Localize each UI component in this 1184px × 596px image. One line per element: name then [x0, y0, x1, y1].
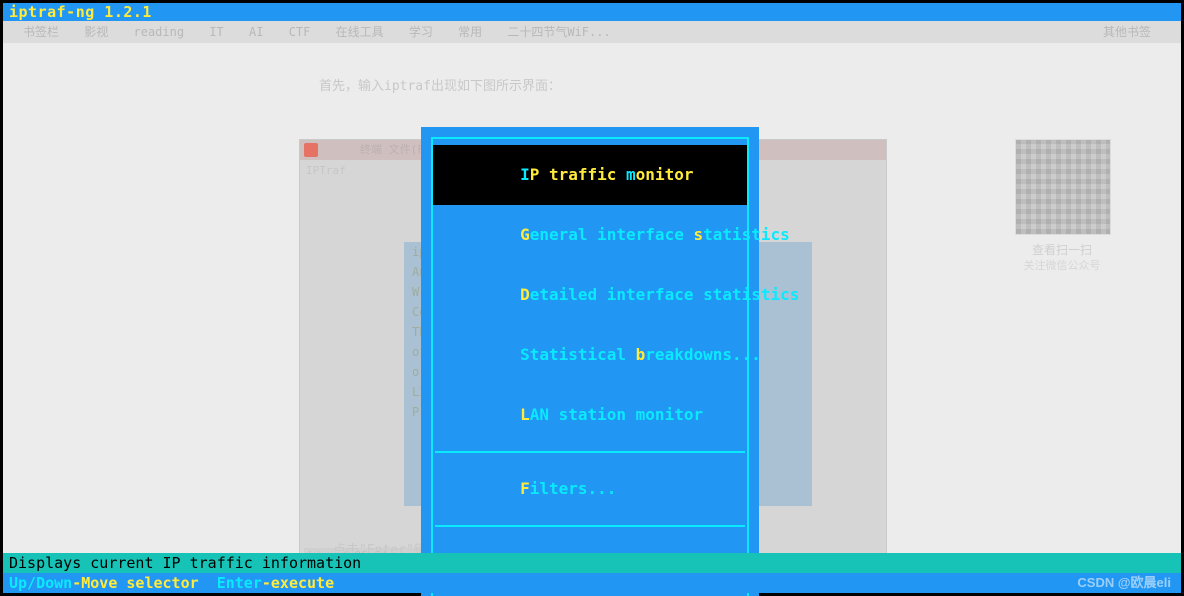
- bg-bookmark: 学习: [409, 25, 433, 39]
- status-description: Displays current IP traffic information: [3, 553, 1181, 573]
- menu-item-detailed-interface-statistics[interactable]: Detailed interface statistics: [433, 265, 747, 325]
- menu-separator: [435, 451, 745, 453]
- menu-text: reakdowns...: [645, 345, 761, 364]
- menu-item-ip-traffic-monitor[interactable]: IP traffic monitor: [433, 145, 747, 205]
- menu-item-lan-station-monitor[interactable]: LAN station monitor: [433, 385, 747, 445]
- menu-hotkey: L: [520, 405, 530, 424]
- menu-text: tatistics: [703, 225, 790, 244]
- inner-app-label: IPTraf: [306, 164, 346, 177]
- bg-bookmark: 影视: [84, 25, 108, 39]
- app-title-bar: iptraf-ng 1.2.1: [3, 3, 1181, 21]
- menu-text: Statistical: [520, 345, 636, 364]
- bg-bookmark: CTF: [289, 25, 311, 39]
- close-icon: [304, 143, 318, 157]
- bg-bookmark-other: 其他书签: [1103, 21, 1151, 43]
- bg-bookmark: AI: [249, 25, 263, 39]
- menu-hotkey: b: [636, 345, 646, 364]
- key-updown: Up/Down: [9, 574, 72, 592]
- menu-text: eneral interface: [530, 225, 694, 244]
- qr-caption: 查看扫一扫: [1017, 241, 1107, 258]
- status-description-text: Displays current IP traffic information: [9, 554, 361, 572]
- menu-item-filters[interactable]: Filters...: [433, 459, 747, 519]
- main-menu-box: IP traffic monitor General interface sta…: [431, 137, 749, 596]
- menu-hotkey: G: [520, 225, 530, 244]
- background-browser-toolbar: 书签栏 影视 reading IT AI CTF 在线工具 学习 常用 二十四节…: [3, 21, 1181, 43]
- bg-bookmark: 二十四节气WiF...: [507, 25, 610, 39]
- menu-hotkey: m: [626, 165, 636, 184]
- menu-hotkey: F: [520, 479, 530, 498]
- menu-text: onitor: [636, 165, 694, 184]
- bg-bookmark: 常用: [458, 25, 482, 39]
- status-keybindings: Up/Down-Move selector Enter-execute CSDN…: [3, 573, 1181, 593]
- menu-hotkey: I: [520, 165, 530, 184]
- key-move-label: -Move selector: [72, 574, 198, 592]
- bg-bookmark: 在线工具: [336, 25, 384, 39]
- menu-item-general-interface-statistics[interactable]: General interface statistics: [433, 205, 747, 265]
- terminal-screen: iptraf-ng 1.2.1 书签栏 影视 reading IT AI CTF…: [0, 0, 1184, 596]
- menu-separator: [435, 525, 745, 527]
- menu-hotkey: s: [693, 225, 703, 244]
- bg-bookmark: reading: [134, 25, 185, 39]
- menu-text: AN station monitor: [530, 405, 703, 424]
- qr-caption-sub: 关注微信公众号: [1017, 257, 1107, 273]
- bg-intro-text: 首先，输入iptraf出现如下图所示界面：: [319, 75, 561, 94]
- menu-hotkey: D: [520, 285, 530, 304]
- menu-text: P traffic: [530, 165, 626, 184]
- bg-bookmark: 书签栏: [23, 25, 59, 39]
- app-title: iptraf-ng 1.2.1: [9, 3, 152, 21]
- main-menu: IP traffic monitor General interface sta…: [421, 127, 759, 596]
- watermark: CSDN @欧晨eli: [1077, 573, 1171, 593]
- menu-text: etailed interface statistics: [530, 285, 800, 304]
- key-execute-label: -execute: [262, 574, 334, 592]
- key-enter: Enter: [217, 574, 262, 592]
- menu-item-statistical-breakdowns[interactable]: Statistical breakdowns...: [433, 325, 747, 385]
- qr-code-icon: [1015, 139, 1111, 235]
- menu-text: ilters...: [530, 479, 617, 498]
- bg-bookmark: IT: [209, 25, 223, 39]
